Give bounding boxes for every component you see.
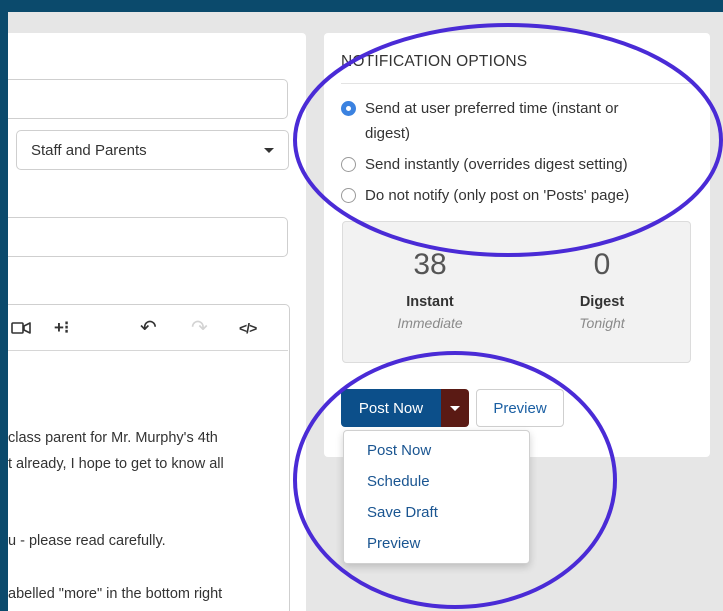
editor-toolbar: +⁝ ↶ ↷ </> [8, 305, 288, 351]
stat-instant-sub: Immediate [397, 315, 463, 331]
preview-button[interactable]: Preview [476, 389, 564, 427]
radio-send-instantly[interactable] [341, 157, 356, 172]
editor-text-line: abelled "more" in the bottom right [8, 586, 223, 602]
notification-panel: NOTIFICATION OPTIONS Send at user prefer… [324, 33, 710, 457]
stat-digest: 0 Digest Tonight [542, 248, 662, 331]
stat-instant: 38 Instant Immediate [370, 248, 490, 331]
recipient-stats: 38 Instant Immediate 0 Digest Tonight [342, 221, 691, 363]
radio-label-send-instantly[interactable]: Send instantly (overrides digest setting… [365, 152, 628, 177]
code-icon[interactable]: </> [239, 318, 257, 338]
subject-input[interactable] [8, 217, 288, 257]
editor-text-line: t already, I hope to get to know all [8, 456, 224, 472]
stat-digest-label: Digest [579, 294, 625, 310]
radio-label-preferred-time[interactable]: Send at user preferred time (instant or … [365, 96, 618, 146]
editor-text-line: u - please read carefully. [8, 533, 166, 549]
post-options-toggle[interactable] [441, 389, 469, 427]
post-now-button[interactable]: Post Now [341, 389, 441, 427]
menu-item-preview[interactable]: Preview [367, 535, 420, 552]
stat-digest-count: 0 [593, 248, 611, 281]
chevron-down-icon [264, 148, 274, 153]
window-frame-top [0, 0, 723, 12]
title-input[interactable] [8, 79, 288, 119]
undo-icon[interactable]: ↶ [140, 318, 157, 338]
stat-digest-sub: Tonight [579, 315, 625, 331]
stat-instant-label: Instant [406, 294, 454, 310]
radio-label-do-not-notify[interactable]: Do not notify (only post on 'Posts' page… [365, 183, 629, 208]
divider [341, 83, 691, 84]
message-editor[interactable]: +⁝ ↶ ↷ </> class parent for Mr. Murphy's… [8, 304, 290, 611]
editor-text-line: class parent for Mr. Murphy's 4th [8, 430, 218, 446]
redo-icon[interactable]: ↷ [191, 318, 208, 338]
menu-item-post-now[interactable]: Post Now [367, 442, 431, 459]
chevron-down-icon [450, 406, 460, 411]
menu-item-schedule[interactable]: Schedule [367, 473, 430, 490]
composer-panel: Staff and Parents +⁝ ↶ ↷ </> class paren… [8, 33, 306, 611]
radio-do-not-notify[interactable] [341, 188, 356, 203]
audience-select[interactable]: Staff and Parents [16, 130, 289, 170]
audience-select-value: Staff and Parents [31, 142, 147, 159]
add-more-icon[interactable]: +⁝ [54, 318, 69, 338]
menu-item-save-draft[interactable]: Save Draft [367, 504, 438, 521]
radio-label-line: digest) [365, 125, 411, 142]
video-icon[interactable] [11, 318, 33, 338]
radio-preferred-time[interactable] [341, 101, 356, 116]
radio-label-line: Send at user preferred time (instant or [365, 100, 619, 117]
post-options-menu: Post Now Schedule Save Draft Preview [343, 430, 530, 564]
notification-options-heading: NOTIFICATION OPTIONS [341, 53, 528, 70]
stat-instant-count: 38 [413, 248, 447, 281]
window-frame-left [0, 0, 8, 611]
